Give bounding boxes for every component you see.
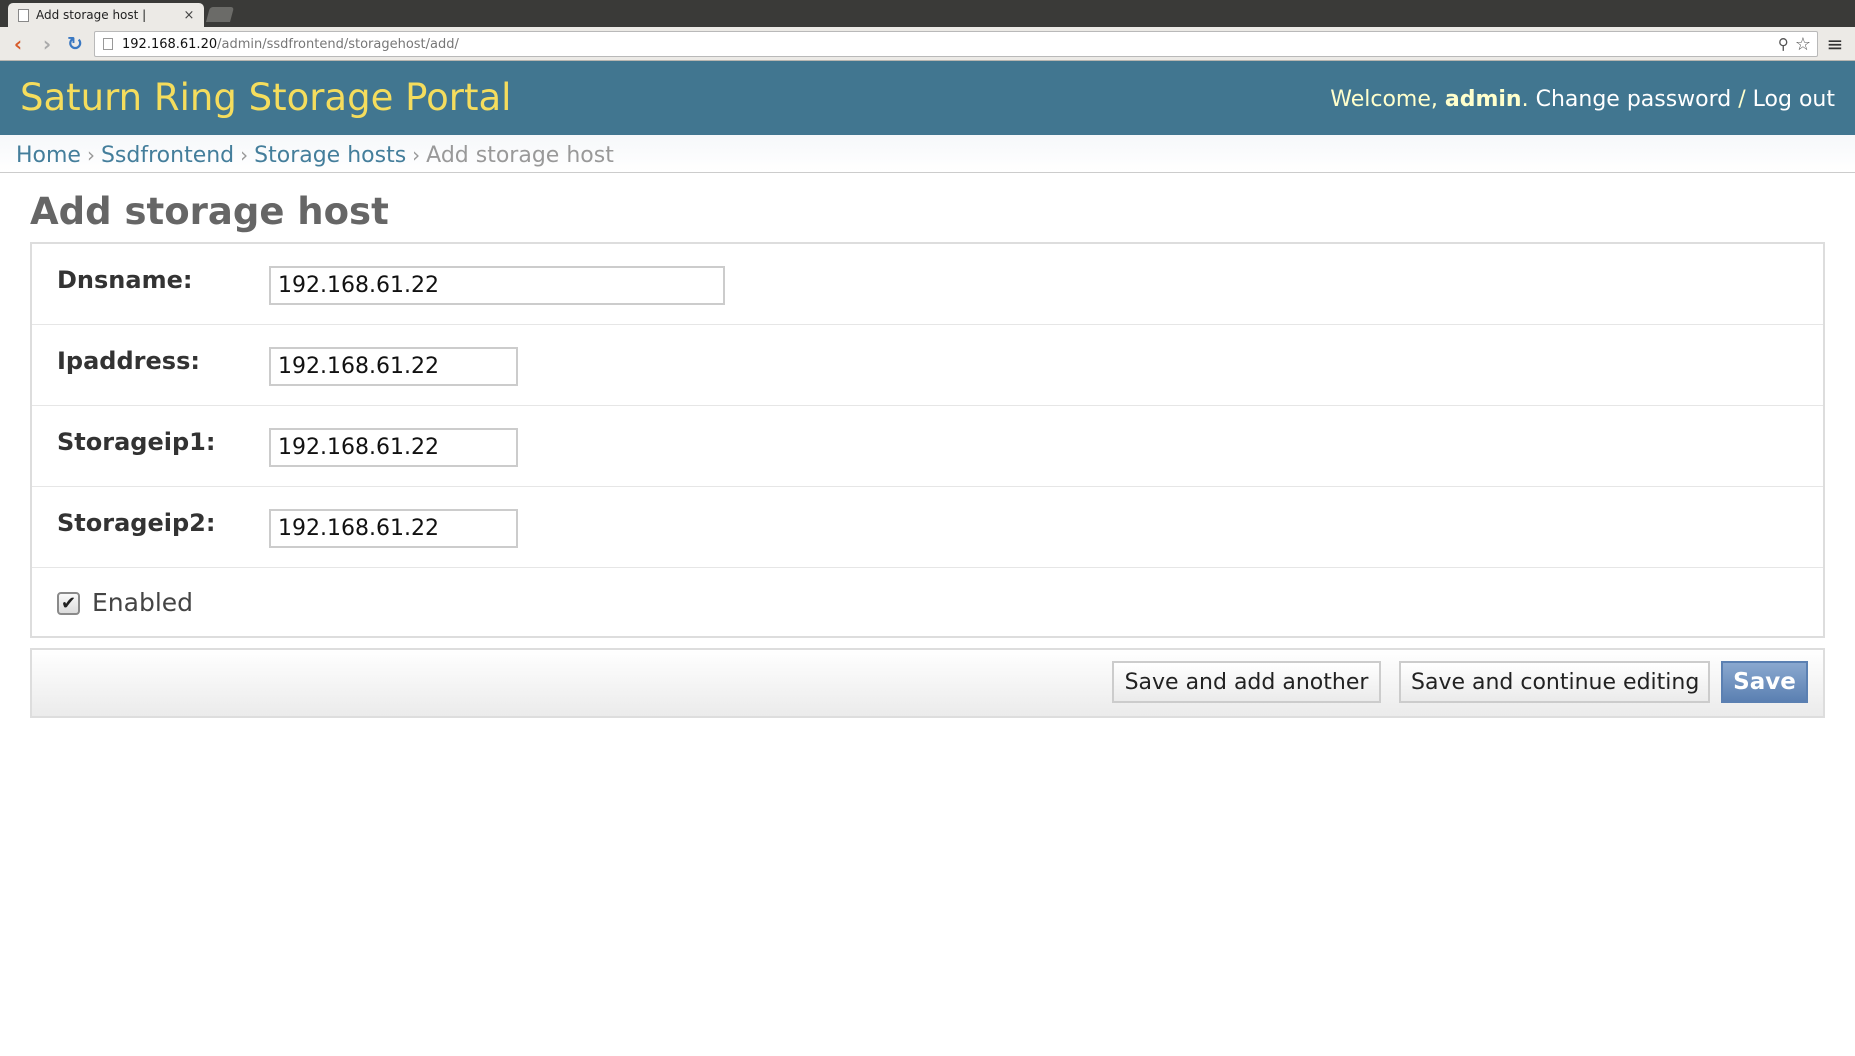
save-button[interactable]: Save [1721, 661, 1808, 703]
breadcrumb: Home › Ssdfrontend › Storage hosts › Add stora… [0, 135, 1855, 173]
back-arrow-icon[interactable]: ‹ [7, 33, 29, 55]
submit-row: Save and add another Save and continue e… [30, 648, 1825, 718]
browser-menu-icon[interactable]: ≡ [1825, 34, 1845, 54]
storageip1-input[interactable] [269, 428, 518, 467]
enabled-label[interactable]: Enabled [92, 588, 193, 617]
url-host: 192.168.61.20 [122, 36, 218, 52]
welcome-text: Welcome, [1330, 87, 1445, 112]
storageip2-label: Storageip2: [57, 509, 216, 537]
document-icon [18, 8, 29, 22]
username: admin [1444, 87, 1522, 112]
save-and-add-another-button[interactable]: Save and add another [1112, 661, 1381, 703]
breadcrumb-current: Add storage host [426, 143, 614, 168]
page-icon [103, 38, 113, 50]
breadcrumb-home[interactable]: Home [16, 143, 81, 168]
ipaddress-input[interactable] [269, 347, 518, 386]
log-out-link[interactable]: Log out [1753, 87, 1835, 112]
form-row-ipaddress: Ipaddress: [32, 325, 1823, 406]
close-tab-icon[interactable]: × [182, 8, 196, 23]
zoom-icon[interactable]: ⚲ [1778, 35, 1789, 53]
page-title: Add storage host [30, 190, 389, 233]
enabled-checkbox[interactable]: ✔ [57, 592, 80, 615]
site-title[interactable]: Saturn Ring Storage Portal [20, 76, 511, 119]
admin-header: Saturn Ring Storage Portal Welcome, admi… [0, 61, 1855, 135]
browser-toolbar: ‹ › ↻ 192.168.61.20/admin/ssdfrontend/st… [0, 27, 1855, 61]
form-row-enabled: ✔ Enabled [32, 568, 1823, 638]
breadcrumb-separator: › [412, 143, 421, 167]
ipaddress-label: Ipaddress: [57, 347, 200, 375]
form-row-dnsname: Dnsname: [32, 244, 1823, 325]
browser-tab[interactable]: Add storage host | × [8, 3, 204, 27]
storageip2-input[interactable] [269, 509, 518, 548]
form-row-storageip1: Storageip1: [32, 406, 1823, 487]
save-and-continue-button[interactable]: Save and continue editing [1399, 661, 1710, 703]
forward-arrow-icon[interactable]: › [36, 33, 58, 55]
breadcrumb-separator: › [86, 143, 95, 167]
storage-host-form: Dnsname: Ipaddress: Storageip1: Storagei… [30, 242, 1825, 638]
tab-title: Add storage host | [36, 8, 147, 22]
reload-icon[interactable]: ↻ [64, 33, 86, 55]
breadcrumb-ssdfrontend[interactable]: Ssdfrontend [101, 143, 234, 168]
url-path: /admin/ssdfrontend/storagehost/add/ [217, 36, 459, 52]
new-tab-button[interactable] [205, 7, 235, 22]
address-bar[interactable]: 192.168.61.20/admin/ssdfrontend/storageh… [94, 31, 1818, 57]
user-tools-slash: / [1731, 87, 1753, 112]
bookmark-star-icon[interactable]: ☆ [1795, 34, 1811, 55]
browser-tab-bar: Add storage host | × [0, 0, 1855, 27]
user-tools: Welcome, admin. Change password / Log ou… [1330, 87, 1835, 112]
dnsname-input[interactable] [269, 266, 725, 305]
url-text[interactable]: 192.168.61.20/admin/ssdfrontend/storageh… [122, 37, 1778, 52]
change-password-link[interactable]: Change password [1536, 87, 1732, 112]
storageip1-label: Storageip1: [57, 428, 216, 456]
form-row-storageip2: Storageip2: [32, 487, 1823, 568]
user-tools-dot: . [1521, 87, 1536, 112]
breadcrumb-storage-hosts[interactable]: Storage hosts [254, 143, 406, 168]
breadcrumb-separator: › [240, 143, 249, 167]
dnsname-label: Dnsname: [57, 266, 193, 294]
